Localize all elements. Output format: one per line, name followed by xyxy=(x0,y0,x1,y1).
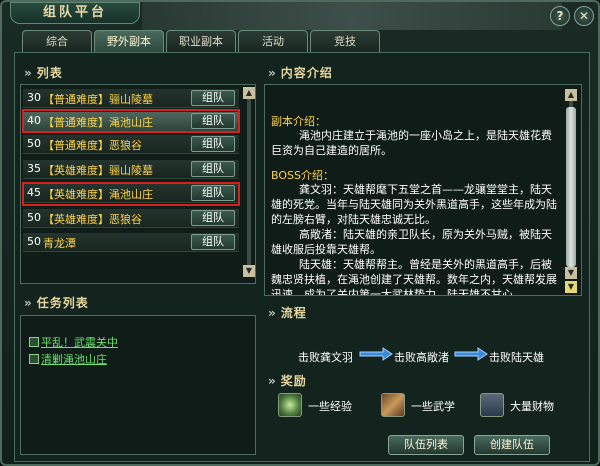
background-scenery-strip xyxy=(142,2,562,30)
join-team-button[interactable]: 组队 xyxy=(191,234,235,250)
join-team-button[interactable]: 组队 xyxy=(191,136,235,152)
window-title: 组队平台 xyxy=(10,2,140,24)
task-link[interactable]: 平乱！武震关中 xyxy=(29,334,118,350)
tab-activity[interactable]: 活动 xyxy=(238,30,308,52)
boss-paragraph: 高敞渚：陆天雄的亲卫队长，原为关外马贼，被陆天雄收服后投靠天雄帮。 xyxy=(271,228,552,256)
double-chevron-icon: » xyxy=(268,66,277,80)
tab-field-dungeon[interactable]: 野外副本 xyxy=(94,30,164,52)
description-panel: 副本介绍： 渑池内庄建立于渑池的一座小岛之上，是陆天雄花费巨资为自己建造的居所。… xyxy=(264,84,582,296)
close-button[interactable]: ✕ xyxy=(574,6,594,26)
task-link[interactable]: 清剿渑池山庄 xyxy=(29,351,107,367)
task-icon xyxy=(29,337,39,347)
double-chevron-icon: » xyxy=(24,296,33,310)
flow-step: 击败陆天雄 xyxy=(489,351,544,364)
tab-class-dungeon[interactable]: 职业副本 xyxy=(166,30,236,52)
dungeon-name: 青龙潭 xyxy=(43,237,76,250)
dungeon-row[interactable]: 50 【普通难度】恶狼谷 组队 xyxy=(23,135,239,154)
dungeon-name: 【英雄难度】骊山陵墓 xyxy=(43,164,153,177)
scroll-down-arrow-icon[interactable]: ▼ xyxy=(565,267,577,279)
task-icon xyxy=(29,354,39,364)
dungeon-name: 【普通难度】骊山陵墓 xyxy=(43,93,153,106)
boss-paragraph: 陆天雄：天雄帮帮主。曾经是关外的黑道高手，后被魏忠贤扶植，在渑池创建了天雄帮。数… xyxy=(271,258,557,296)
dungeon-row[interactable]: 30 【普通难度】骊山陵墓 组队 xyxy=(23,89,239,108)
double-chevron-icon: » xyxy=(24,66,33,80)
boss-paragraph: 龚文羽：天雄帮麾下五堂之首——龙骧堂堂主，陆天雄的死党。当年与陆天雄同为关外黑道… xyxy=(271,183,557,226)
flow-step: 击败高敞渚 xyxy=(394,351,449,364)
highlight-box xyxy=(22,109,240,133)
dungeon-row[interactable]: 50 青龙潭 组队 xyxy=(23,233,239,252)
treasure-chest-icon xyxy=(480,393,504,417)
double-chevron-icon: » xyxy=(268,374,277,388)
boss-heading: BOSS介绍： xyxy=(271,169,334,182)
tab-general[interactable]: 综合 xyxy=(22,30,92,52)
scroll-up-arrow-icon[interactable]: ▲ xyxy=(565,89,577,101)
right-arrow-icon xyxy=(454,347,488,361)
tab-arena[interactable]: 竞技 xyxy=(310,30,380,52)
scroll-bottom-arrow-icon[interactable]: ▼ xyxy=(565,281,577,293)
right-arrow-icon xyxy=(359,347,393,361)
double-chevron-icon: » xyxy=(268,306,277,320)
martial-scroll-icon xyxy=(381,393,405,417)
team-list-button[interactable]: 队伍列表 xyxy=(388,435,464,455)
description-scrollbar[interactable]: ▲ ▼ ▼ xyxy=(565,89,577,293)
intro-text: 渑池内庄建立于渑池的一座小岛之上，是陆天雄花费巨资为自己建造的居所。 xyxy=(271,129,552,157)
list-section-title: » 列表 xyxy=(24,66,63,80)
flow-section-title: » 流程 xyxy=(268,306,307,320)
dungeon-name: 【英雄难度】恶狼谷 xyxy=(43,213,142,226)
intro-heading: 副本介绍： xyxy=(271,115,326,128)
list-scrollbar[interactable]: ▲ ▼ xyxy=(243,87,255,281)
reward-label: 大量财物 xyxy=(510,400,554,413)
team-platform-window: 组队平台 ? ✕ 综合 野外副本 职业副本 活动 竞技 » 列表 30 【普通难度… xyxy=(0,0,600,466)
dungeon-name: 【普通难度】恶狼谷 xyxy=(43,139,142,152)
task-section-title: » 任务列表 xyxy=(24,296,89,310)
task-list: 平乱！武震关中 清剿渑池山庄 xyxy=(20,315,256,455)
scroll-thumb[interactable] xyxy=(566,107,576,267)
reward-label: 一些武学 xyxy=(411,400,455,413)
dungeon-row[interactable]: 50 【英雄难度】恶狼谷 组队 xyxy=(23,209,239,228)
join-team-button[interactable]: 组队 xyxy=(191,210,235,226)
scroll-down-arrow-icon[interactable]: ▼ xyxy=(243,265,255,277)
description-section-title: » 内容介绍 xyxy=(268,66,333,80)
join-team-button[interactable]: 组队 xyxy=(191,90,235,106)
scroll-up-arrow-icon[interactable]: ▲ xyxy=(243,87,255,99)
join-team-button[interactable]: 组队 xyxy=(191,161,235,177)
reward-label: 一些经验 xyxy=(308,400,352,413)
experience-orb-icon xyxy=(278,393,302,417)
dungeon-row[interactable]: 35 【英雄难度】骊山陵墓 组队 xyxy=(23,160,239,179)
help-button[interactable]: ? xyxy=(550,6,570,26)
highlight-box xyxy=(22,182,240,206)
flow-step: 击败龚文羽 xyxy=(298,351,353,364)
create-team-button[interactable]: 创建队伍 xyxy=(474,435,550,455)
rewards-section-title: » 奖励 xyxy=(268,374,307,388)
